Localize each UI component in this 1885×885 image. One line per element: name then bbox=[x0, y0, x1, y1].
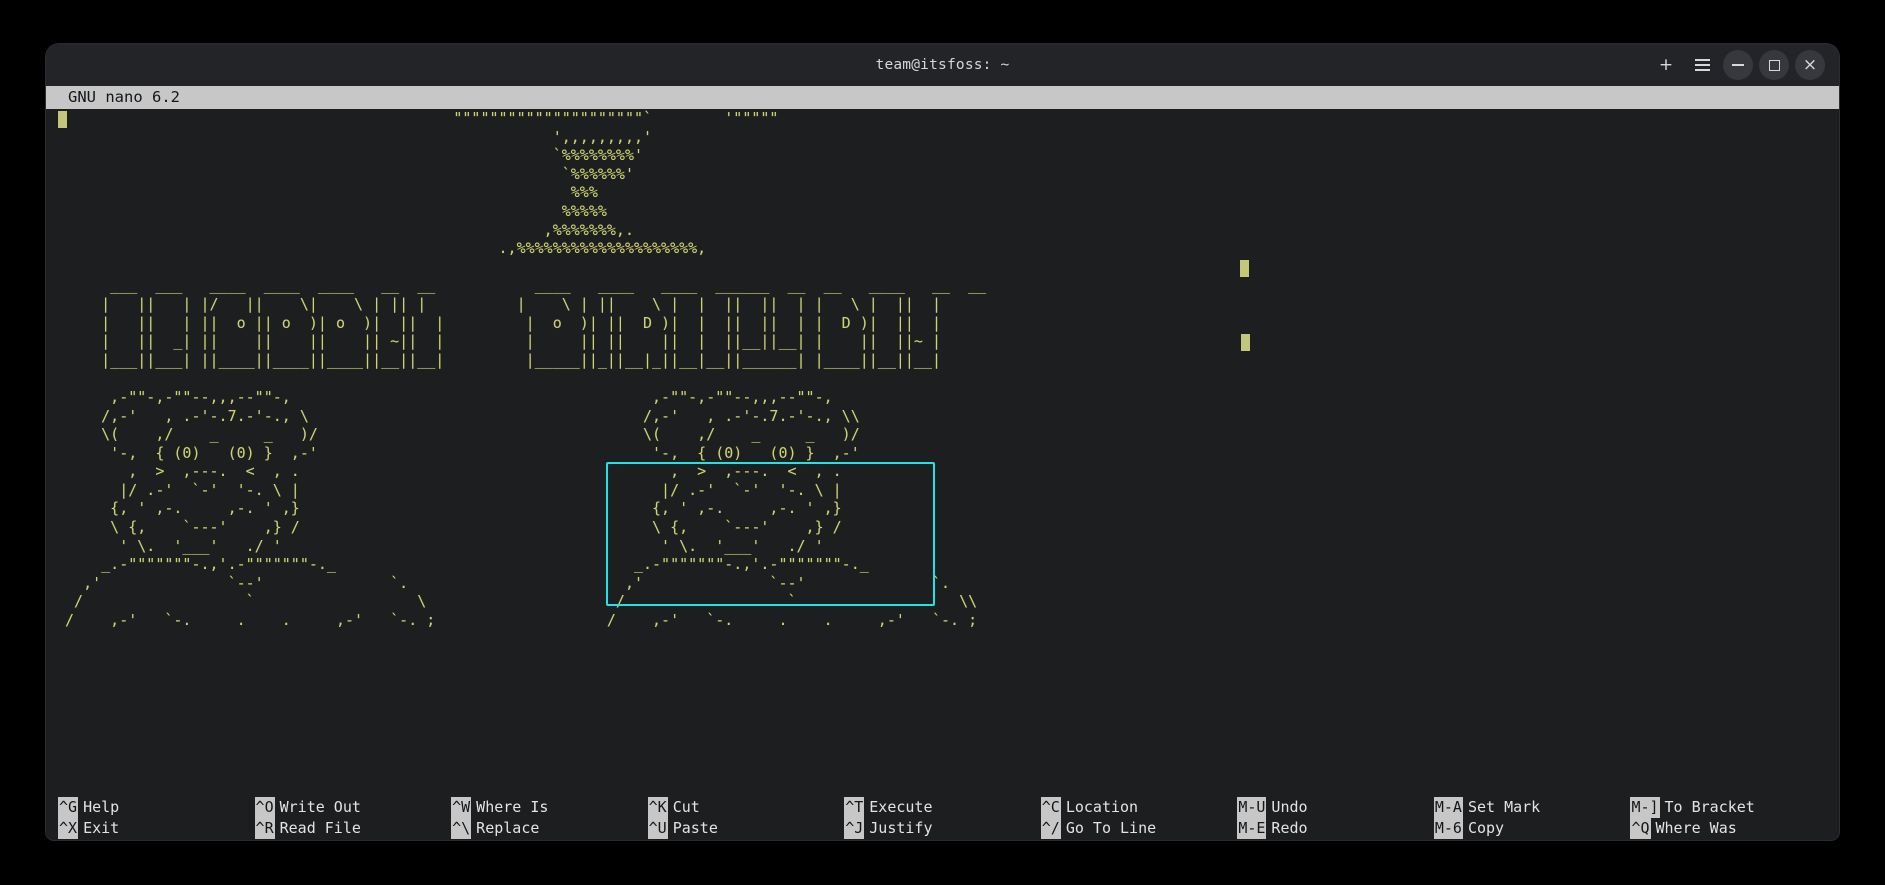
shortcut-label: Write Out bbox=[279, 798, 361, 816]
shortcut-redo[interactable]: M-E Redo bbox=[1237, 818, 1434, 839]
shortcut-help[interactable]: ^G Help bbox=[58, 797, 255, 818]
shortcut-key: M-A bbox=[1433, 797, 1463, 818]
close-icon[interactable]: × bbox=[1795, 50, 1825, 80]
nano-text-area[interactable]: """""""""""""""""""""` '""""" ',,,,,,,,,… bbox=[46, 109, 1839, 654]
shortcut-set-mark[interactable]: M-A Set Mark bbox=[1433, 797, 1631, 818]
shortcut-exit[interactable]: ^X Exit bbox=[58, 818, 255, 839]
minimize-icon[interactable] bbox=[1723, 50, 1753, 80]
shortcut-label: Location bbox=[1065, 798, 1139, 816]
shortcut-label: Where Was bbox=[1655, 819, 1737, 837]
shortcut-execute[interactable]: ^T Execute bbox=[844, 797, 1041, 818]
shortcut-key: ^G bbox=[58, 797, 79, 818]
shortcut-replace[interactable]: ^\ Replace bbox=[451, 818, 648, 839]
desktop-background: team@itsfoss: ~ + × GNU nano 6.2 Do bbox=[0, 0, 1885, 885]
nano-version-label: GNU nano 6.2 bbox=[68, 88, 180, 106]
ascii-art-content: """""""""""""""""""""` '""""" ',,,,,,,,,… bbox=[65, 109, 987, 630]
shortcut-label: Execute bbox=[869, 798, 933, 816]
shortcut-label: To Bracket bbox=[1664, 798, 1755, 816]
shortcut-undo[interactable]: M-U Undo bbox=[1237, 797, 1434, 818]
shortcut-key: M-] bbox=[1630, 797, 1660, 818]
shortcut-key: ^T bbox=[844, 797, 865, 818]
shortcut-label: Paste bbox=[672, 819, 718, 837]
shortcut-key: M-E bbox=[1237, 818, 1267, 839]
shortcut-key: ^U bbox=[647, 818, 668, 839]
shortcut-where-is[interactable]: ^W Where Is bbox=[451, 797, 648, 818]
shortcut-key: ^W bbox=[451, 797, 472, 818]
shortcut-label: Where Is bbox=[476, 798, 549, 816]
shortcut-label: Cut bbox=[672, 798, 700, 816]
shortcut-copy[interactable]: M-6 Copy bbox=[1433, 818, 1631, 839]
shortcut-label: Help bbox=[83, 798, 120, 816]
shortcut-where-was[interactable]: ^Q Where Was bbox=[1630, 818, 1827, 839]
shortcut-label: Set Mark bbox=[1467, 798, 1541, 816]
shortcut-key: ^O bbox=[254, 797, 275, 818]
window-titlebar: team@itsfoss: ~ + × bbox=[46, 44, 1839, 86]
shortcut-key: ^/ bbox=[1040, 818, 1061, 839]
terminal-window: team@itsfoss: ~ + × GNU nano 6.2 Do bbox=[46, 44, 1839, 840]
shortcut-label: Read File bbox=[279, 819, 361, 837]
banner-cursor-block bbox=[1241, 334, 1250, 351]
shortcut-key: ^Q bbox=[1630, 818, 1651, 839]
new-tab-icon[interactable]: + bbox=[1651, 50, 1681, 80]
shortcut-to-bracket[interactable]: M-] To Bracket bbox=[1630, 797, 1827, 818]
shortcut-key: M-U bbox=[1237, 797, 1267, 818]
shortcut-go-to-line[interactable]: ^/Go To Line bbox=[1040, 818, 1238, 839]
shortcut-location[interactable]: ^C Location bbox=[1040, 797, 1238, 818]
shortcut-write-out[interactable]: ^O Write Out bbox=[254, 797, 452, 818]
shortcut-key: ^X bbox=[58, 818, 79, 839]
window-title: team@itsfoss: ~ bbox=[875, 57, 1010, 73]
shortcut-key: ^K bbox=[647, 797, 668, 818]
shortcut-key: ^J bbox=[844, 818, 865, 839]
shortcut-key: ^R bbox=[254, 818, 275, 839]
shortcut-key: ^\ bbox=[451, 818, 472, 839]
nano-shortcut-bar: ^G Help ^O Write Out ^W Where Is ^K Cut ^T Ex… bbox=[46, 796, 1839, 840]
window-controls: + × bbox=[1651, 44, 1825, 86]
shortcut-label: Go To Line bbox=[1065, 819, 1157, 837]
nano-header-bar: GNU nano 6.2 Downloads/PyBirthdayWish/ar… bbox=[46, 86, 1839, 152]
shortcut-label: Replace bbox=[476, 819, 540, 837]
shortcut-label: Justify bbox=[869, 819, 933, 837]
shortcut-paste[interactable]: ^U Paste bbox=[647, 818, 845, 839]
shortcut-label: Undo bbox=[1271, 798, 1308, 816]
maximize-icon[interactable] bbox=[1759, 50, 1789, 80]
shortcut-read-file[interactable]: ^R Read File bbox=[254, 818, 452, 839]
hamburger-menu-icon[interactable] bbox=[1687, 50, 1717, 80]
shortcut-key: ^C bbox=[1040, 797, 1061, 818]
shortcut-label: Copy bbox=[1467, 819, 1505, 837]
shortcut-label: Exit bbox=[83, 819, 120, 837]
shortcut-cut[interactable]: ^K Cut bbox=[647, 797, 845, 818]
shortcut-justify[interactable]: ^J Justify bbox=[844, 818, 1041, 839]
nano-editor: GNU nano 6.2 Downloads/PyBirthdayWish/ar… bbox=[46, 86, 1839, 840]
shortcut-label: Redo bbox=[1271, 819, 1308, 837]
cake-cursor-block bbox=[1240, 260, 1249, 277]
shortcut-key: M-6 bbox=[1433, 818, 1463, 839]
